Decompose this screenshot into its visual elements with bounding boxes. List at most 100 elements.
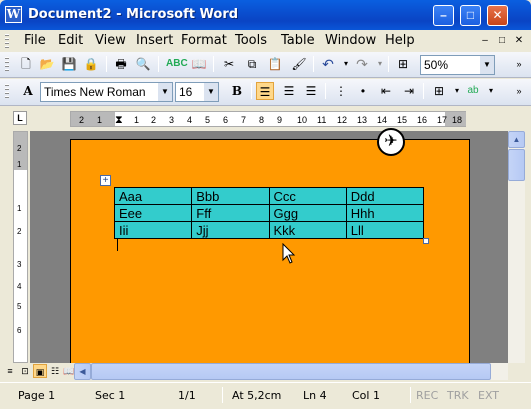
scroll-left-icon[interactable]: ◀ (74, 363, 91, 380)
close-button[interactable]: ✕ (487, 5, 508, 26)
document-area[interactable] (30, 131, 508, 363)
scroll-thumb[interactable] (91, 363, 491, 380)
highlight-icon[interactable]: ab (464, 82, 482, 100)
open-icon[interactable]: 📂 (38, 55, 56, 73)
numbering-icon[interactable]: ⋮ (332, 82, 350, 100)
table-resize-handle[interactable] (423, 238, 429, 244)
ruler-label: 3 (169, 115, 175, 125)
justify-icon[interactable]: ☰ (302, 82, 320, 100)
table-cell[interactable]: Hhh (345, 204, 425, 222)
chevron-down-icon[interactable]: ▼ (158, 83, 172, 101)
outline-view-icon[interactable]: ☷ (48, 364, 62, 378)
normal-view-icon[interactable]: ≡ (3, 364, 17, 378)
status-position: At 5,2cm (232, 389, 282, 402)
table-cell[interactable]: Aaa (113, 187, 193, 205)
tab-selector[interactable]: L (13, 111, 27, 125)
menu-bar: File Edit View Insert Format Tools Table… (0, 30, 531, 52)
permission-icon[interactable]: 🔒 (82, 55, 100, 73)
redo-icon[interactable]: ↷ (353, 55, 371, 73)
menu-help[interactable]: Help (385, 33, 415, 48)
toolbar-grip[interactable] (5, 57, 9, 73)
status-bar: Page 1 Sec 1 1/1 At 5,2cm Ln 4 Col 1 REC… (0, 382, 531, 409)
ruler-label: 15 (397, 115, 408, 125)
menu-insert[interactable]: Insert (136, 33, 173, 48)
print-icon[interactable]: 🖶 (112, 55, 130, 73)
document-table[interactable]: Aaa Bbb Ccc Ddd Eee Fff Ggg Hhh Iii Jjj … (113, 187, 425, 239)
research-icon[interactable]: 📖 (190, 55, 208, 73)
doc-restore-button[interactable]: □ (495, 35, 509, 47)
bullets-icon[interactable]: • (354, 82, 372, 100)
status-trk[interactable]: TRK (447, 389, 469, 402)
print-preview-icon[interactable]: 🔍 (134, 55, 152, 73)
print-layout-icon[interactable]: ▣ (33, 364, 47, 378)
table-cell[interactable]: Ddd (345, 187, 425, 205)
copy-icon[interactable]: ⧉ (243, 55, 261, 73)
table-cell[interactable]: Bbb (191, 187, 270, 205)
menu-format[interactable]: Format (181, 33, 227, 48)
vertical-ruler[interactable]: 2 1 1 2 3 4 5 6 (13, 131, 28, 363)
chevron-down-icon[interactable]: ▼ (480, 56, 494, 74)
redo-dropdown-icon[interactable]: ▾ (371, 55, 389, 73)
vertical-scrollbar[interactable]: ▲ (508, 131, 525, 363)
toolbar-grip[interactable] (5, 84, 9, 100)
ruler-margin-left (71, 112, 115, 126)
format-painter-icon[interactable]: 🖌 (290, 55, 308, 73)
doc-close-button[interactable]: ✕ (512, 35, 526, 47)
ruler-label: 5 (205, 115, 211, 125)
doc-minimize-button[interactable]: – (478, 35, 492, 47)
status-rec[interactable]: REC (416, 389, 438, 402)
menu-tools[interactable]: Tools (235, 33, 267, 48)
scroll-up-icon[interactable]: ▲ (508, 131, 525, 148)
spelling-icon[interactable]: ABC (166, 55, 188, 73)
align-center-icon[interactable]: ☰ (280, 82, 298, 100)
cut-icon[interactable]: ✂ (220, 55, 238, 73)
table-cell[interactable]: Jjj (191, 221, 270, 239)
borders-icon[interactable]: ⊞ (430, 82, 448, 100)
paste-icon[interactable]: 📋 (266, 55, 284, 73)
menu-table[interactable]: Table (281, 33, 315, 48)
font-size-value: 16 (179, 85, 193, 99)
table-cell[interactable]: Iii (113, 221, 193, 239)
word-app-icon[interactable]: W (5, 6, 22, 23)
bold-button[interactable]: B (228, 82, 246, 100)
table-cell[interactable]: Kkk (268, 221, 347, 239)
menu-view[interactable]: View (95, 33, 126, 48)
table-cell[interactable]: Ggg (268, 204, 347, 222)
highlight-dropdown-icon[interactable]: ▾ (482, 82, 500, 100)
minimize-button[interactable]: – (433, 5, 454, 26)
styles-formatting-icon[interactable]: A (19, 82, 37, 100)
new-icon[interactable]: 🗋 (17, 55, 35, 73)
toolbar-options-icon[interactable]: » (510, 82, 528, 100)
standard-toolbar: 🗋 📂 💾 🔒 🖶 🔍 ABC 📖 ✂ ⧉ 📋 🖌 ↶ ▾ ↷ ▾ ⊞ 50% … (0, 52, 531, 78)
table-cell[interactable]: Eee (113, 204, 193, 222)
indent-marker-icon[interactable]: ⧗ (115, 115, 123, 126)
undo-icon[interactable]: ↶ (319, 55, 337, 73)
menubar-grip[interactable] (5, 34, 9, 48)
menu-edit[interactable]: Edit (58, 33, 83, 48)
toolbar-options-icon[interactable]: » (510, 55, 528, 73)
insert-table-icon[interactable]: ⊞ (394, 55, 412, 73)
chevron-down-icon[interactable]: ▼ (204, 83, 218, 101)
zoom-combo[interactable]: 50% ▼ (420, 55, 495, 75)
menu-window[interactable]: Window (325, 33, 376, 48)
web-layout-icon[interactable]: ⊡ (18, 364, 32, 378)
table-cell[interactable]: Lll (345, 221, 425, 239)
decrease-indent-icon[interactable]: ⇤ (377, 82, 395, 100)
align-left-icon[interactable]: ☰ (256, 82, 274, 100)
font-size-combo[interactable]: 16 ▼ (175, 82, 219, 102)
font-name-combo[interactable]: Times New Roman ▼ (40, 82, 173, 102)
horizontal-scrollbar[interactable]: ◀ (74, 363, 508, 380)
maximize-button[interactable]: □ (460, 5, 481, 26)
save-icon[interactable]: 💾 (60, 55, 78, 73)
table-cell[interactable]: Ccc (268, 187, 347, 205)
increase-indent-icon[interactable]: ⇥ (400, 82, 418, 100)
status-ext[interactable]: EXT (478, 389, 499, 402)
document-page[interactable] (70, 139, 470, 363)
ruler-label: 1 (17, 160, 22, 169)
horizontal-ruler[interactable]: 2 1 ⧗ 1 2 3 4 5 6 7 8 9 10 11 12 13 14 1… (70, 111, 466, 127)
table-cell[interactable]: Fff (191, 204, 270, 222)
menu-file[interactable]: File (24, 33, 46, 48)
table-move-handle-icon[interactable]: + (100, 175, 111, 186)
sync-scroll-icon[interactable]: ✈ (377, 128, 405, 156)
scroll-thumb[interactable] (508, 149, 525, 181)
